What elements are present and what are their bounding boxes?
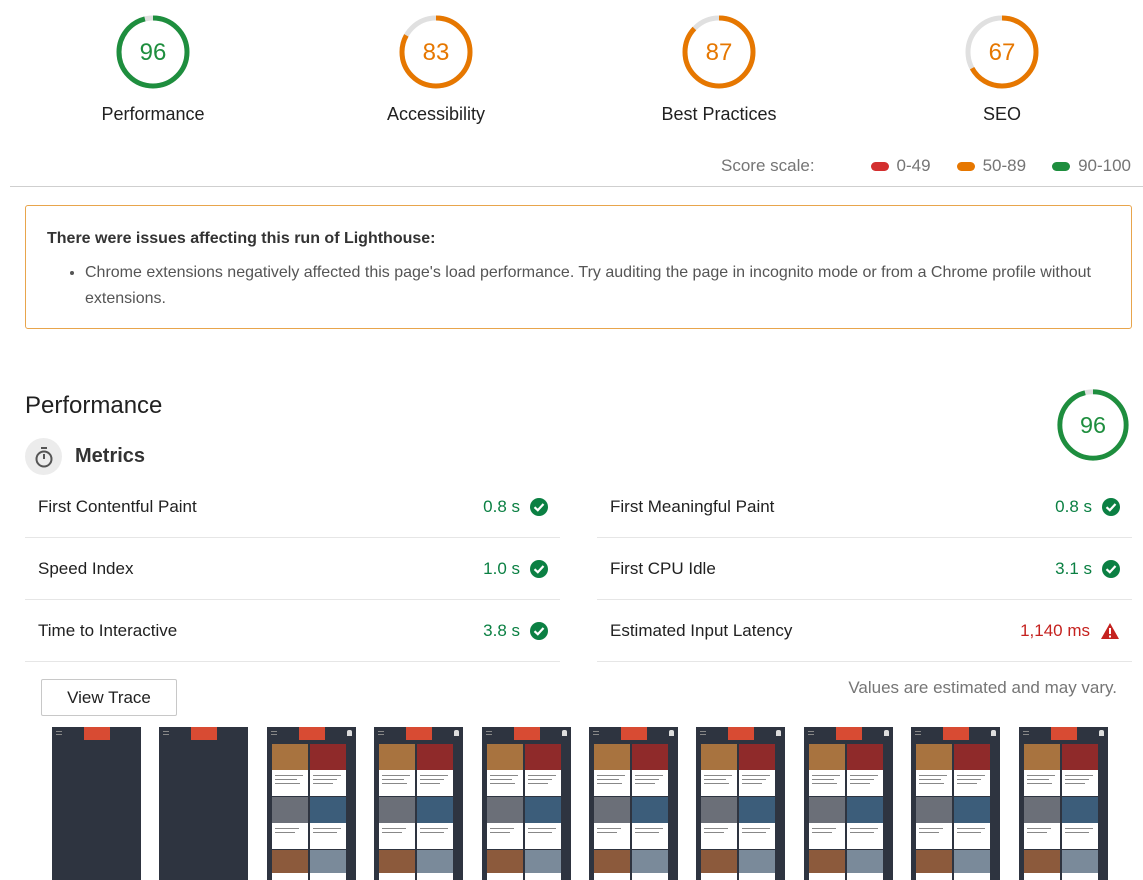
filmstrip-frame <box>696 727 786 880</box>
check-circle-icon <box>530 497 548 516</box>
metric-value-text: 3.8 s <box>483 620 520 640</box>
metric-name: Speed Index <box>38 558 134 578</box>
red-pill-icon <box>870 161 889 171</box>
metric-value: 0.8 s <box>1055 497 1120 517</box>
run-warnings: There were issues affecting this run of … <box>25 205 1132 329</box>
gauge-label: Best Practices <box>661 104 777 124</box>
warning-item: Chrome extensions negatively affected th… <box>85 260 1111 312</box>
check-circle-icon <box>1102 559 1120 578</box>
metric-value: 3.8 s <box>483 621 548 641</box>
gauge-ring: 96 <box>116 15 190 89</box>
gauge-accessibility[interactable]: 83 Accessibility <box>326 12 546 125</box>
gauge-score: 87 <box>706 39 733 66</box>
scale-range-average: 50-89 <box>956 156 1027 176</box>
metric-value: 1,140 ms <box>1020 621 1120 641</box>
green-pill-icon <box>1052 161 1071 171</box>
gauge-label: SEO <box>982 104 1021 124</box>
scale-range-label: 50-89 <box>982 156 1027 175</box>
gauge-performance[interactable]: 96 Performance <box>43 12 263 125</box>
filmstrip-frame <box>589 727 678 880</box>
metric-value-text: 1.0 s <box>483 558 520 578</box>
gauge-ring: 87 <box>682 15 756 89</box>
header-divider <box>10 186 1143 187</box>
metric-name: First Contentful Paint <box>38 496 197 516</box>
metric-value-text: 0.8 s <box>1055 496 1092 516</box>
filmstrip-frame <box>52 727 141 880</box>
metric-name: Estimated Input Latency <box>610 620 793 640</box>
metric-speed-index[interactable]: Speed Index 1.0 s <box>25 538 560 600</box>
filmstrip-frame <box>911 727 1001 880</box>
gauge-score: 83 <box>423 39 450 66</box>
metrics-column-left: First Contentful Paint 0.8 s Speed Index… <box>25 476 560 662</box>
gauge-seo[interactable]: 67 SEO <box>892 12 1112 125</box>
metric-first-cpu-idle[interactable]: First CPU Idle 3.1 s <box>597 538 1132 600</box>
scale-range-label: 90-100 <box>1078 156 1131 175</box>
metrics-header: Metrics <box>25 438 145 475</box>
check-circle-icon <box>530 559 548 578</box>
orange-pill-icon <box>956 161 975 171</box>
metric-first-contentful-paint[interactable]: First Contentful Paint 0.8 s <box>25 476 560 538</box>
metric-name: Time to Interactive <box>38 620 178 640</box>
gauge-ring: 83 <box>399 15 473 89</box>
metric-value-text: 1,140 ms <box>1020 620 1090 640</box>
filmstrip-frame <box>374 727 464 880</box>
scale-range-pass: 90-100 <box>1052 156 1131 176</box>
gauge-score: 96 <box>1080 412 1106 438</box>
warning-triangle-icon <box>1101 622 1119 639</box>
gauge-label: Performance <box>101 104 205 124</box>
gauge-ring: 67 <box>965 15 1039 89</box>
metric-value-text: 0.8 s <box>483 496 520 516</box>
check-circle-icon <box>1102 497 1120 516</box>
filmstrip-frame <box>266 727 356 880</box>
metric-value: 3.1 s <box>1055 559 1120 579</box>
filmstrip-frame <box>159 727 249 880</box>
gauge-ring: 96 <box>1057 389 1129 461</box>
check-circle-icon <box>530 621 548 640</box>
view-trace-button[interactable]: View Trace <box>41 679 177 716</box>
metric-value-text: 3.1 s <box>1055 558 1092 578</box>
filmstrip-frame <box>481 727 571 880</box>
filmstrip-frame <box>1018 727 1108 880</box>
metric-first-meaningful-paint[interactable]: First Meaningful Paint 0.8 s <box>597 476 1132 538</box>
performance-gauge: 96 <box>1054 386 1132 469</box>
score-scale: Score scale: 0-49 50-89 90-100 <box>721 156 1131 176</box>
gauge-score: 67 <box>989 39 1016 66</box>
metric-name: First CPU Idle <box>610 558 716 578</box>
metric-value: 0.8 s <box>483 497 548 517</box>
metric-value: 1.0 s <box>483 559 548 579</box>
stopwatch-icon <box>25 438 62 475</box>
gauge-score: 96 <box>140 39 167 66</box>
warning-title: There were issues affecting this run of … <box>47 230 436 247</box>
filmstrip-frame <box>803 727 893 880</box>
gauge-best-practices[interactable]: 87 Best Practices <box>609 12 829 125</box>
scale-range-label: 0-49 <box>896 156 931 175</box>
section-title: Performance <box>25 392 163 419</box>
metrics-title: Metrics <box>75 445 146 467</box>
warning-list: Chrome extensions negatively affected th… <box>47 260 1111 312</box>
metrics-column-right: First Meaningful Paint 0.8 s First CPU I… <box>597 476 1132 662</box>
metric-estimated-input-latency[interactable]: Estimated Input Latency 1,140 ms <box>597 600 1132 662</box>
scale-range-fail: 0-49 <box>870 156 931 176</box>
score-scale-title: Score scale: <box>721 156 815 175</box>
metric-time-to-interactive[interactable]: Time to Interactive 3.8 s <box>25 600 560 662</box>
gauge-label: Accessibility <box>386 104 486 124</box>
estimate-note: Values are estimated and may vary. <box>848 678 1117 697</box>
metric-name: First Meaningful Paint <box>610 496 775 516</box>
category-gauges: 96 Performance 83 Accessibility 87 Best … <box>0 0 1143 150</box>
